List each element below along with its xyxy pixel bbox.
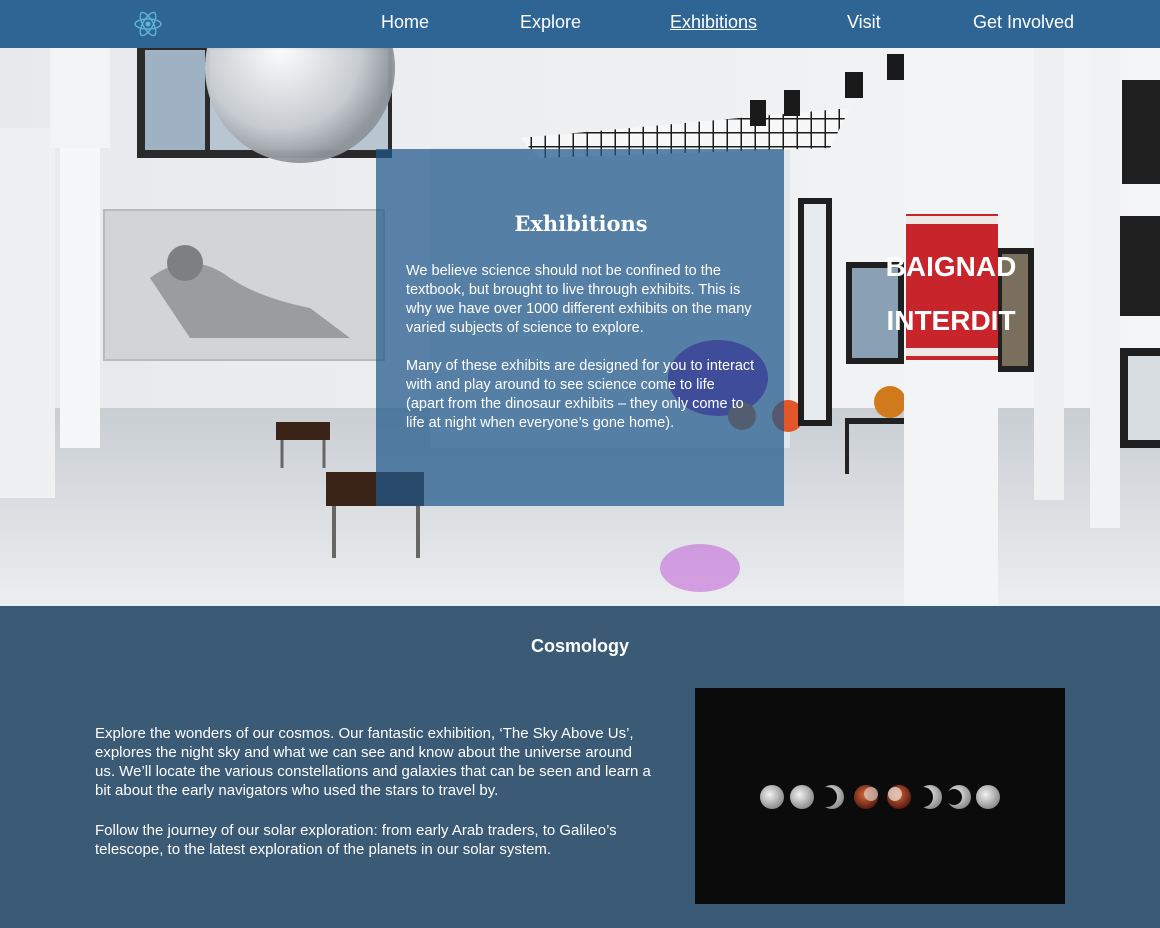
nav-get-involved-link[interactable]: Get Involved <box>973 12 1074 33</box>
nav-explore-link[interactable]: Explore <box>520 12 581 33</box>
sign-text-line-1: BAIGNAD <box>886 251 1017 282</box>
moon-phases-image <box>695 688 1065 904</box>
hero-section: BAIGNAD INTERDIT Exhibitions We believe … <box>0 48 1160 606</box>
nav-home-link[interactable]: Home <box>381 12 429 33</box>
page-title: Exhibitions <box>514 211 648 236</box>
cosmology-title: Cosmology <box>530 636 629 656</box>
intro-paragraph-2: Many of these exhibits are designed for … <box>406 358 755 431</box>
cosmology-section: Cosmology Explore the wonders of our cos… <box>0 606 1160 928</box>
navbar: Home Explore Exhibitions Visit Get Invol… <box>0 0 1160 48</box>
cosmology-paragraph-2: Follow the journey of our solar explorat… <box>95 822 617 858</box>
cosmology-paragraph-1: Explore the wonders of our cosmos. Our f… <box>95 725 651 799</box>
nav-visit-link[interactable]: Visit <box>847 12 881 33</box>
sign-text-line-2: INTERDIT <box>886 305 1015 336</box>
intro-paragraph-1: We believe science should not be confine… <box>406 263 752 336</box>
nav-exhibitions-link[interactable]: Exhibitions <box>670 12 757 33</box>
atom-icon[interactable] <box>133 9 163 39</box>
exhibitions-intro-card: Exhibitions We believe science should no… <box>376 149 784 506</box>
cosmology-text: Explore the wonders of our cosmos. Our f… <box>95 724 655 880</box>
